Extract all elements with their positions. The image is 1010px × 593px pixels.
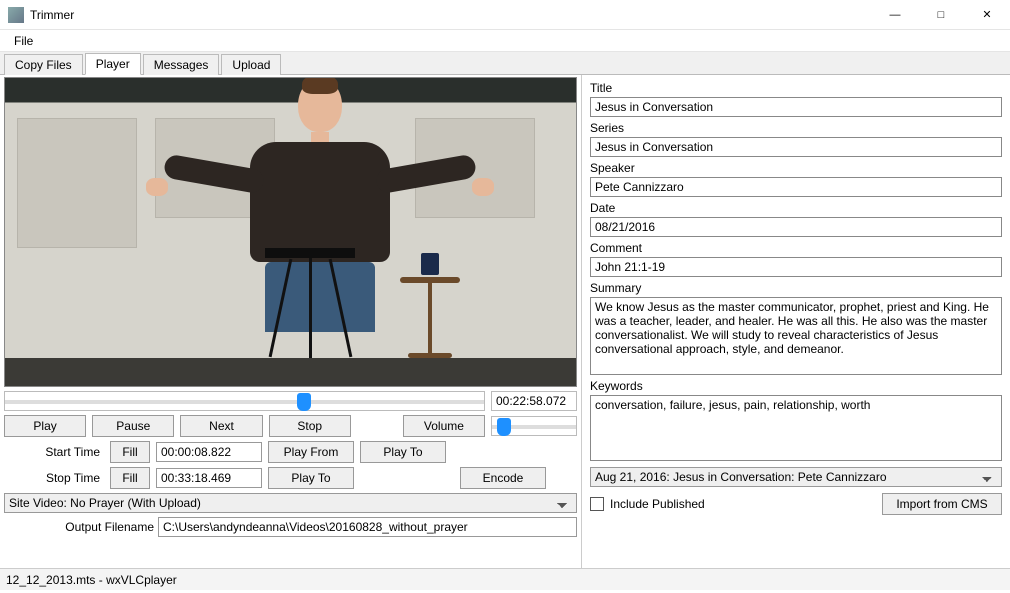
volume-slider[interactable] [491, 416, 577, 436]
menu-bar: File [0, 30, 1010, 52]
series-input[interactable] [590, 137, 1002, 157]
tab-player[interactable]: Player [85, 53, 141, 75]
player-panel: 00:22:58.072 Play Pause Next Stop Volume… [0, 75, 582, 568]
output-filename-input[interactable] [158, 517, 577, 537]
minimize-button[interactable]: — [872, 0, 918, 30]
speaker-input[interactable] [590, 177, 1002, 197]
start-play-from-button[interactable]: Play From [268, 441, 354, 463]
stop-time-label: Stop Time [4, 471, 104, 485]
seek-thumb[interactable] [297, 393, 311, 411]
metadata-panel: Title Series Speaker Date Comment Summar… [582, 75, 1010, 568]
start-time-label: Start Time [4, 445, 104, 459]
history-select[interactable]: Aug 21, 2016: Jesus in Conversation: Pet… [590, 467, 1002, 487]
window-title: Trimmer [30, 8, 872, 22]
seek-timecode: 00:22:58.072 [491, 391, 577, 411]
status-bar: 12_12_2013.mts - wxVLCplayer [0, 568, 1010, 590]
output-filename-label: Output Filename [4, 520, 154, 534]
tab-copy-files[interactable]: Copy Files [4, 54, 83, 75]
title-label: Title [590, 81, 1002, 95]
include-published-label: Include Published [610, 497, 705, 511]
pause-button[interactable]: Pause [92, 415, 174, 437]
title-bar: Trimmer — □ ✕ [0, 0, 1010, 30]
start-fill-button[interactable]: Fill [110, 441, 150, 463]
series-label: Series [590, 121, 1002, 135]
comment-label: Comment [590, 241, 1002, 255]
keywords-textarea[interactable] [590, 395, 1002, 461]
date-input[interactable] [590, 217, 1002, 237]
speaker-label: Speaker [590, 161, 1002, 175]
next-button[interactable]: Next [180, 415, 262, 437]
stop-time-input[interactable] [156, 468, 262, 488]
date-label: Date [590, 201, 1002, 215]
status-text: 12_12_2013.mts - wxVLCplayer [6, 573, 177, 587]
comment-input[interactable] [590, 257, 1002, 277]
stop-fill-button[interactable]: Fill [110, 467, 150, 489]
tab-upload[interactable]: Upload [221, 54, 281, 75]
start-time-input[interactable] [156, 442, 262, 462]
seek-slider[interactable] [4, 391, 485, 411]
keywords-label: Keywords [590, 379, 1002, 393]
app-icon [8, 7, 24, 23]
summary-label: Summary [590, 281, 1002, 295]
volume-thumb[interactable] [497, 418, 511, 436]
video-viewport[interactable] [4, 77, 577, 387]
import-from-cms-button[interactable]: Import from CMS [882, 493, 1002, 515]
site-video-select[interactable]: Site Video: No Prayer (With Upload) [4, 493, 577, 513]
close-button[interactable]: ✕ [964, 0, 1010, 30]
start-play-to-button[interactable]: Play To [360, 441, 446, 463]
tab-strip: Copy Files Player Messages Upload [0, 52, 1010, 75]
tab-messages[interactable]: Messages [143, 54, 220, 75]
video-frame-content [5, 78, 576, 386]
menu-file[interactable]: File [8, 32, 39, 50]
summary-textarea[interactable] [590, 297, 1002, 375]
include-published-checkbox[interactable] [590, 497, 604, 511]
maximize-button[interactable]: □ [918, 0, 964, 30]
play-button[interactable]: Play [4, 415, 86, 437]
volume-button[interactable]: Volume [403, 415, 485, 437]
stop-button[interactable]: Stop [269, 415, 351, 437]
title-input[interactable] [590, 97, 1002, 117]
encode-button[interactable]: Encode [460, 467, 546, 489]
stop-play-to-button[interactable]: Play To [268, 467, 354, 489]
